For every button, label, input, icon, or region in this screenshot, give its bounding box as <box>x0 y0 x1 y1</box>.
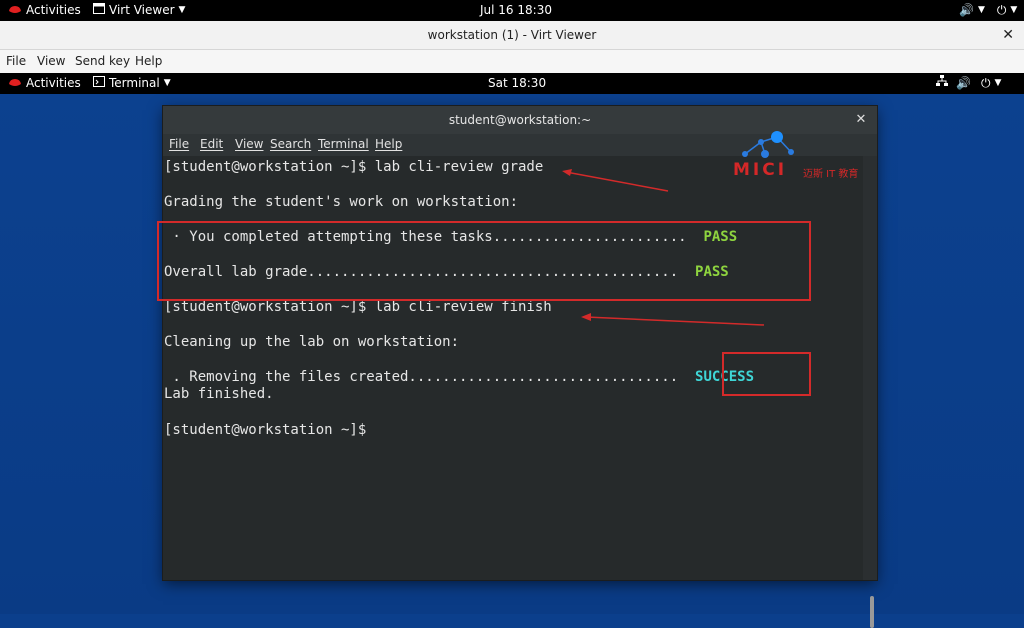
terminal-menu-terminal[interactable]: Terminal <box>318 137 369 151</box>
terminal-menu-help[interactable]: Help <box>375 137 402 151</box>
terminal-line: Grading the student's work on workstatio… <box>164 194 519 210</box>
terminal-line: . Removing the files created............… <box>164 369 754 386</box>
power-icon: ⏻ <box>980 76 991 90</box>
viewer-menu-view[interactable]: View <box>37 50 65 73</box>
guest-status-menu[interactable]: 🔊 ⏻ ▼ <box>936 73 1001 94</box>
host-activities-button[interactable]: Activities <box>8 0 81 21</box>
guest-top-bar: Activities Terminal ▼ Sat 18:30 🔊 ⏻ ▼ <box>0 73 1024 94</box>
close-icon[interactable]: ✕ <box>1002 21 1014 49</box>
guest-app-menu[interactable]: Terminal ▼ <box>93 73 171 94</box>
chevron-down-icon: ▼ <box>1010 5 1018 15</box>
viewer-title-bar: workstation (1) - Virt Viewer ✕ <box>0 21 1024 50</box>
redhat-icon <box>8 73 22 94</box>
host-top-bar: Activities Virt Viewer ▼ Jul 16 18:30 🔊 … <box>0 0 1024 21</box>
volume-icon: 🔊 <box>959 3 974 17</box>
cleanup-line-text: . Removing the files created............… <box>164 369 696 385</box>
terminal-line: Cleaning up the lab on workstation: <box>164 334 460 350</box>
terminal-line: [student@workstation ~]$ lab cli-review … <box>164 159 544 175</box>
terminal-menu-edit[interactable]: Edit <box>200 137 223 151</box>
terminal-line: Lab finished. <box>164 386 274 402</box>
terminal-title: student@workstation:~ <box>448 113 592 127</box>
mici-brand-suffix: 迈斯 IT 教育 <box>803 169 859 180</box>
volume-icon: 🔊 <box>956 76 971 90</box>
host-app-menu-label: Virt Viewer <box>109 3 175 17</box>
terminal-menu-search[interactable]: Search <box>270 137 311 151</box>
host-app-menu[interactable]: Virt Viewer ▼ <box>93 0 185 21</box>
power-icon: ⏻ <box>996 3 1007 17</box>
terminal-line: [student@workstation ~]$ lab cli-review … <box>164 299 552 315</box>
host-status-menu[interactable]: 🔊 ▼ ⏻ ▼ <box>959 0 1017 21</box>
guest-app-menu-label: Terminal <box>109 76 160 90</box>
terminal-icon <box>93 73 105 94</box>
mici-brand: MICI <box>733 160 788 180</box>
terminal-menu-file[interactable]: File <box>169 137 189 151</box>
terminal-menu-view[interactable]: View <box>235 137 263 151</box>
viewer-menu-send-key[interactable]: Send key <box>75 50 130 73</box>
mici-watermark-logo: MICI 迈斯 IT 教育 <box>733 130 873 182</box>
window-icon <box>93 0 105 21</box>
viewer-menu-bar: File View Send key Help <box>0 50 1024 74</box>
chevron-down-icon: ▼ <box>977 5 985 15</box>
guest-activities-button[interactable]: Activities <box>8 73 81 94</box>
annotation-box-success <box>722 352 811 396</box>
redhat-icon <box>8 0 22 21</box>
viewer-menu-help[interactable]: Help <box>135 50 162 73</box>
chevron-down-icon: ▼ <box>178 5 186 15</box>
network-icon <box>936 73 948 94</box>
viewer-menu-file[interactable]: File <box>6 50 26 73</box>
annotation-box-grade <box>157 221 811 301</box>
terminal-scrollbar[interactable] <box>870 596 874 628</box>
guest-clock-label: Sat 18:30 <box>488 76 547 90</box>
chevron-down-icon: ▼ <box>994 78 1002 88</box>
host-clock-label: Jul 16 18:30 <box>480 3 552 17</box>
host-activities-label: Activities <box>26 3 81 17</box>
terminal-prompt: [student@workstation ~]$ <box>164 422 367 438</box>
chevron-down-icon: ▼ <box>163 78 171 88</box>
guest-activities-label: Activities <box>26 76 81 90</box>
viewer-title: workstation (1) - Virt Viewer <box>427 28 597 42</box>
host-clock[interactable]: Jul 16 18:30 <box>480 0 552 21</box>
guest-clock[interactable]: Sat 18:30 <box>488 73 546 94</box>
